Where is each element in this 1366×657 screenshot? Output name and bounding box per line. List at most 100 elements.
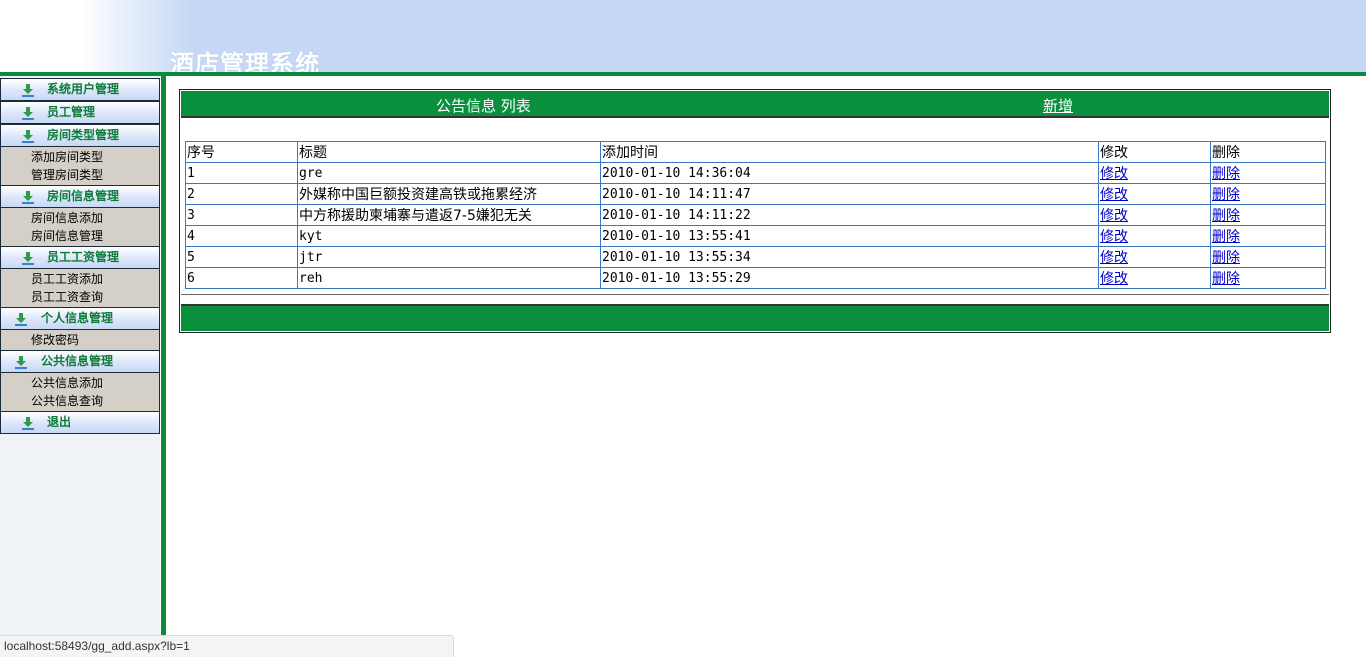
- menu-personal-info[interactable]: 个人信息管理: [0, 307, 160, 330]
- submenu-salary: 员工工资添加 员工工资查询: [0, 269, 160, 307]
- panel-separator: [181, 294, 1329, 295]
- delete-link[interactable]: 删除: [1212, 208, 1240, 224]
- submenu-public-info: 公共信息添加 公共信息查询: [0, 373, 160, 411]
- table-row: 5 jtr 2010-01-10 13:55:34 修改 删除: [185, 246, 1326, 268]
- download-arrow-icon: [22, 252, 34, 265]
- cell-title: kyt: [297, 225, 601, 247]
- edit-link[interactable]: 修改: [1100, 187, 1128, 203]
- cell-delete: 删除: [1210, 162, 1326, 184]
- delete-link[interactable]: 删除: [1212, 166, 1240, 182]
- menu-staff[interactable]: 员工管理: [0, 101, 160, 124]
- menu-room-type[interactable]: 房间类型管理: [0, 124, 160, 147]
- cell-delete: 删除: [1210, 204, 1326, 226]
- download-arrow-icon: [22, 417, 34, 430]
- cell-edit: 修改: [1098, 204, 1211, 226]
- submenu-room-info: 房间信息添加 房间信息管理: [0, 208, 160, 246]
- cell-title: jtr: [297, 246, 601, 268]
- header-banner: 酒店管理系统: [0, 0, 1366, 72]
- delete-link[interactable]: 删除: [1212, 271, 1240, 287]
- menu-label: 公共信息管理: [41, 354, 114, 368]
- menu-label: 退出: [47, 415, 72, 429]
- cell-title: 外媒称中国巨额投资建高铁或拖累经济: [297, 183, 601, 205]
- panel-footer: [181, 304, 1329, 331]
- submenu-room-type: 添加房间类型 管理房间类型: [0, 147, 160, 185]
- sidebar-divider[interactable]: [160, 76, 166, 657]
- cell-title: reh: [297, 267, 601, 289]
- download-arrow-icon: [22, 84, 34, 97]
- menu-label: 系统用户管理: [47, 82, 120, 96]
- delete-link[interactable]: 删除: [1212, 250, 1240, 266]
- submenu-personal-info: 修改密码: [0, 330, 160, 350]
- cell-time: 2010-01-10 13:55:29: [600, 267, 1099, 289]
- menu-system-users[interactable]: 系统用户管理: [0, 78, 160, 101]
- menu-label: 员工管理: [47, 105, 96, 119]
- cell-title: gre: [297, 162, 601, 184]
- status-bar: localhost:58493/gg_add.aspx?lb=1: [0, 635, 454, 657]
- cell-edit: 修改: [1098, 162, 1211, 184]
- table-row: 6 reh 2010-01-10 13:55:29 修改 删除: [185, 267, 1326, 289]
- download-arrow-icon: [22, 107, 34, 120]
- cell-time: 2010-01-10 13:55:41: [600, 225, 1099, 247]
- cell-time: 2010-01-10 13:55:34: [600, 246, 1099, 268]
- menu-label: 房间信息管理: [47, 189, 120, 203]
- menu-item-add-salary[interactable]: 员工工资添加: [1, 270, 159, 288]
- menu-room-info[interactable]: 房间信息管理: [0, 185, 160, 208]
- cell-edit: 修改: [1098, 225, 1211, 247]
- notice-list-panel: 公告信息 列表 新增 序号 标题 添加时间 修改 删除 1 gre 2010-0…: [179, 89, 1331, 333]
- download-arrow-icon: [15, 356, 27, 369]
- cell-time: 2010-01-10 14:11:22: [600, 204, 1099, 226]
- table-row: 2 外媒称中国巨额投资建高铁或拖累经济 2010-01-10 14:11:47 …: [185, 183, 1326, 205]
- cell-title: 中方称援助柬埔寨与遣返7-5嫌犯无关: [297, 204, 601, 226]
- column-header-edit: 修改: [1098, 141, 1211, 163]
- cell-id: 1: [185, 162, 298, 184]
- add-link[interactable]: 新增: [1043, 95, 1073, 116]
- menu-item-manage-room-info[interactable]: 房间信息管理: [1, 227, 159, 245]
- column-header-id: 序号: [185, 141, 298, 163]
- menu-item-manage-room-type[interactable]: 管理房间类型: [1, 166, 159, 184]
- cell-id: 4: [185, 225, 298, 247]
- column-header-time: 添加时间: [600, 141, 1099, 163]
- menu-item-add-public-info[interactable]: 公共信息添加: [1, 374, 159, 392]
- table-header-row: 序号 标题 添加时间 修改 删除: [185, 141, 1326, 163]
- column-header-delete: 删除: [1210, 141, 1326, 163]
- menu-public-info[interactable]: 公共信息管理: [0, 350, 160, 373]
- table-row: 3 中方称援助柬埔寨与遣返7-5嫌犯无关 2010-01-10 14:11:22…: [185, 204, 1326, 226]
- cell-delete: 删除: [1210, 183, 1326, 205]
- menu-label: 个人信息管理: [41, 311, 114, 325]
- download-arrow-icon: [15, 313, 27, 326]
- cell-edit: 修改: [1098, 183, 1211, 205]
- cell-id: 2: [185, 183, 298, 205]
- menu-salary[interactable]: 员工工资管理: [0, 246, 160, 269]
- edit-link[interactable]: 修改: [1100, 271, 1128, 287]
- edit-link[interactable]: 修改: [1100, 166, 1128, 182]
- menu-item-change-password[interactable]: 修改密码: [1, 331, 159, 349]
- edit-link[interactable]: 修改: [1100, 208, 1128, 224]
- menu-label: 员工工资管理: [47, 250, 120, 264]
- panel-header: 公告信息 列表 新增: [181, 91, 1329, 118]
- edit-link[interactable]: 修改: [1100, 250, 1128, 266]
- menu-item-add-room-info[interactable]: 房间信息添加: [1, 209, 159, 227]
- cell-edit: 修改: [1098, 267, 1211, 289]
- cell-delete: 删除: [1210, 267, 1326, 289]
- delete-link[interactable]: 删除: [1212, 229, 1240, 245]
- delete-link[interactable]: 删除: [1212, 187, 1240, 203]
- table-row: 4 kyt 2010-01-10 13:55:41 修改 删除: [185, 225, 1326, 247]
- menu-item-query-salary[interactable]: 员工工资查询: [1, 288, 159, 306]
- menu-item-query-public-info[interactable]: 公共信息查询: [1, 392, 159, 410]
- menu-logout[interactable]: 退出: [0, 411, 160, 434]
- cell-id: 3: [185, 204, 298, 226]
- cell-id: 5: [185, 246, 298, 268]
- edit-link[interactable]: 修改: [1100, 229, 1128, 245]
- menu-item-add-room-type[interactable]: 添加房间类型: [1, 148, 159, 166]
- notice-table: 序号 标题 添加时间 修改 删除 1 gre 2010-01-10 14:36:…: [185, 141, 1326, 289]
- column-header-title: 标题: [297, 141, 601, 163]
- app-title: 酒店管理系统: [170, 50, 320, 72]
- cell-edit: 修改: [1098, 246, 1211, 268]
- panel-title: 公告信息 列表: [436, 97, 531, 115]
- cell-id: 6: [185, 267, 298, 289]
- status-url: localhost:58493/gg_add.aspx?lb=1: [4, 639, 190, 653]
- download-arrow-icon: [22, 191, 34, 204]
- sidebar-menu: 系统用户管理 员工管理 房间类型管理 添加房间类型 管理房间类型 房间信息管理 …: [0, 78, 160, 434]
- cell-delete: 删除: [1210, 225, 1326, 247]
- sidebar: 系统用户管理 员工管理 房间类型管理 添加房间类型 管理房间类型 房间信息管理 …: [0, 76, 161, 636]
